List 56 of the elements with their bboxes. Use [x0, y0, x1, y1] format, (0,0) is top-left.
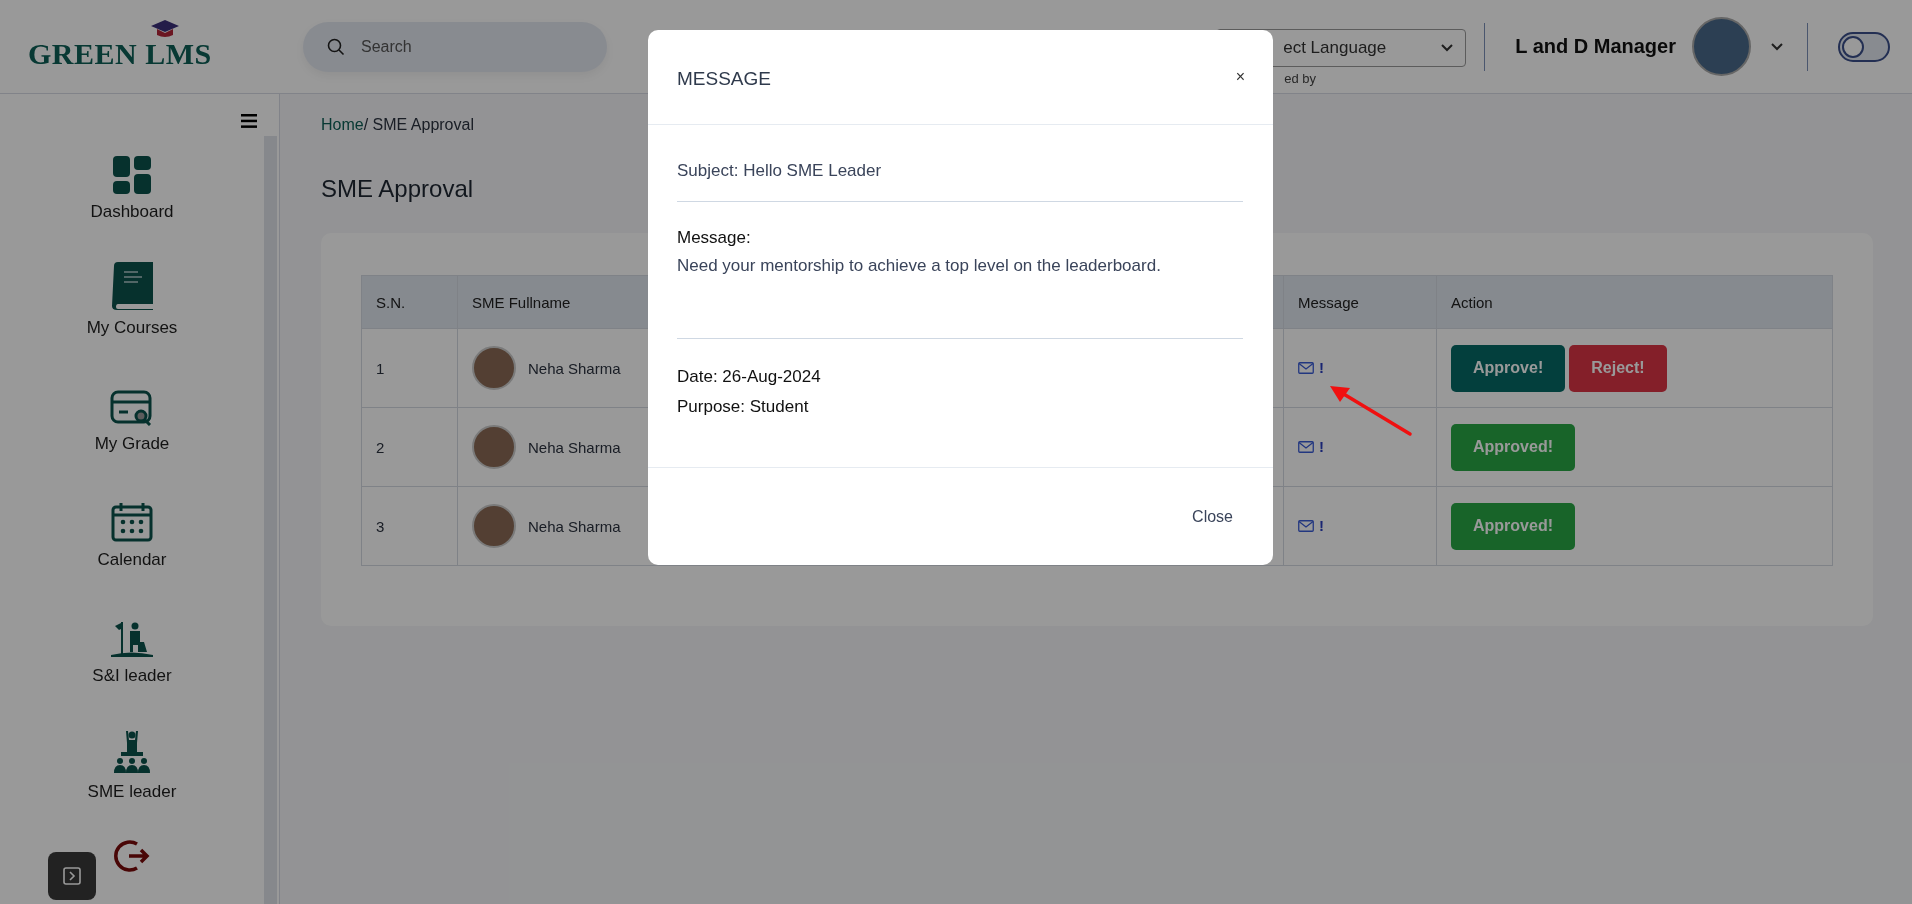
search-field[interactable]: Search [303, 21, 607, 72]
table-cell: 3 [361, 486, 458, 566]
column-header: S.N. [361, 275, 458, 329]
sidebar-item[interactable]: My Grade [94, 368, 170, 454]
message-text: Need your mentorship to achieve a top level on the leaderboard. [677, 256, 1162, 276]
powered-by-caption: ed by [1284, 71, 1317, 86]
sme-name: Neha Sharma [528, 517, 621, 535]
breadcrumb-home-link[interactable]: Home [321, 116, 364, 133]
leader-with-team-icon [112, 730, 152, 774]
grid-icon [113, 156, 151, 194]
action-button[interactable]: Approve! [1451, 344, 1566, 392]
avatar-photo-placeholder [472, 425, 516, 469]
graduation-cap-icon [150, 18, 180, 39]
envelope-icon [1298, 361, 1314, 374]
chevron-down-icon[interactable] [1771, 42, 1783, 51]
card-search-icon [110, 390, 154, 426]
user-name: L and D Manager [1515, 35, 1676, 58]
action-button[interactable]: Reject! [1569, 344, 1667, 392]
table-cell: 2 [361, 407, 458, 487]
expand-panel-button[interactable] [48, 852, 96, 900]
message-label: Message: [677, 228, 752, 248]
table-cell: 1 [361, 328, 458, 408]
logout-icon[interactable] [113, 838, 151, 874]
dialog-title: MESSAGE [677, 68, 771, 90]
sme-name: Neha Sharma [528, 359, 621, 377]
view-message-link[interactable]: ! [1298, 359, 1324, 377]
search-icon [327, 37, 345, 56]
sme-name: Neha Sharma [528, 438, 621, 456]
book-icon [111, 262, 153, 310]
climber-with-flag-icon [111, 620, 153, 658]
sidebar-item[interactable]: Dashboard [90, 136, 174, 222]
envelope-icon [1298, 440, 1314, 453]
sidebar-item[interactable]: Calendar [97, 484, 167, 570]
sidebar-item[interactable]: My Courses [86, 252, 178, 338]
message-purpose: Purpose: Student [677, 397, 810, 417]
envelope-icon [1298, 519, 1314, 532]
page-title: SME Approval [321, 175, 474, 203]
calendar-icon [111, 502, 153, 542]
message-date: Date: 26-Aug-2024 [677, 367, 822, 387]
column-header: Message [1283, 275, 1437, 329]
chevron-right-square-icon [63, 867, 81, 885]
sidebar-item[interactable]: S&I leader [92, 600, 172, 686]
sidebar-item[interactable]: SME leader [87, 716, 177, 802]
close-button[interactable]: × [1231, 66, 1249, 88]
logo-text: GREEN LMS [28, 40, 212, 67]
view-message-link[interactable]: ! [1298, 438, 1324, 456]
menu-icon[interactable] [241, 114, 257, 128]
chevron-down-icon [1441, 44, 1454, 52]
breadcrumb-current: / SME Approval [363, 116, 474, 133]
avatar-photo-placeholder [472, 504, 516, 548]
close-button[interactable]: Close [1182, 499, 1243, 534]
theme-toggle[interactable] [1838, 31, 1890, 62]
column-header: Action [1436, 275, 1833, 329]
view-message-link[interactable]: ! [1298, 517, 1324, 535]
avatar-photo-placeholder [472, 346, 516, 390]
message-subject: Subject: Hello SME Leader [677, 161, 883, 181]
